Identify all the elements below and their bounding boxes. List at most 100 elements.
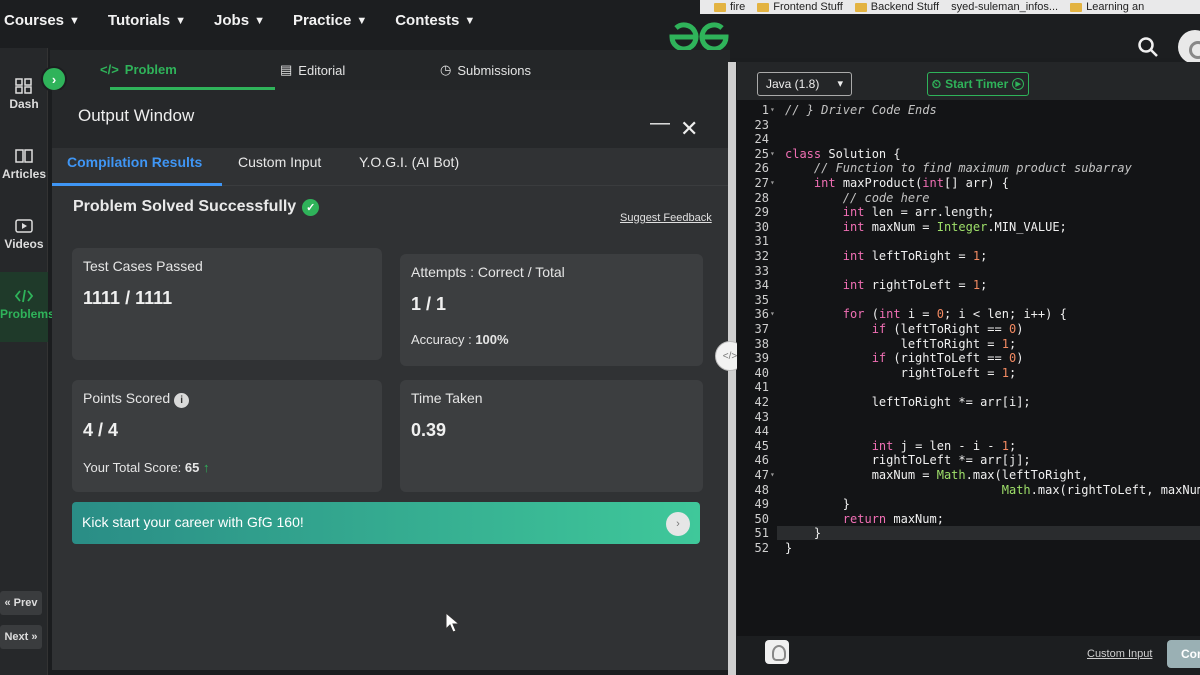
book-icon bbox=[15, 149, 33, 163]
line-number: 35 bbox=[754, 292, 769, 307]
tab-editorial[interactable]: ▤ Editorial bbox=[280, 62, 345, 78]
bookmarks-bar: fire Frontend Stuff Backend Stuff syed-s… bbox=[700, 0, 1200, 14]
arrow-up-icon: ↑ bbox=[203, 460, 210, 475]
play-icon: ▶ bbox=[1012, 78, 1025, 90]
gfg160-banner[interactable]: Kick start your career with GfG 160! › bbox=[72, 502, 700, 544]
line-number: 25 bbox=[754, 146, 769, 161]
nav-practice[interactable]: Practice ▼ bbox=[293, 12, 367, 29]
close-icon[interactable]: ✕ bbox=[680, 116, 698, 142]
next-button[interactable]: Next » bbox=[0, 625, 42, 649]
code-line: int len = arr.length; bbox=[842, 205, 995, 220]
compile-button[interactable]: Com bbox=[1167, 640, 1200, 668]
collapse-panel-button[interactable]: › bbox=[41, 66, 67, 92]
dashboard-icon bbox=[15, 78, 32, 94]
bookmark-fire[interactable]: fire bbox=[714, 1, 745, 13]
fold-icon[interactable]: ▾ bbox=[770, 470, 775, 479]
suggest-feedback-link[interactable]: Suggest Feedback bbox=[620, 212, 712, 224]
code-line: int maxNum = Integer.MIN_VALUE; bbox=[842, 219, 1067, 234]
line-number: 29 bbox=[754, 205, 769, 220]
line-number: 47 bbox=[754, 468, 769, 482]
language-select[interactable]: Java (1.8) bbox=[757, 72, 852, 96]
nav-contests[interactable]: Contests ▼ bbox=[395, 12, 475, 29]
nav-courses[interactable]: Courses ▼ bbox=[4, 12, 80, 29]
active-tab-indicator bbox=[52, 183, 222, 186]
fold-icon[interactable]: ▾ bbox=[770, 309, 775, 318]
line-number: 40 bbox=[754, 365, 769, 380]
line-number: 27 bbox=[754, 176, 769, 190]
code-line: rightToLeft = 1; bbox=[785, 365, 1017, 380]
code-line: for (int i = 0; i < len; i++) { bbox=[842, 307, 1067, 322]
video-icon bbox=[15, 219, 33, 233]
tab-problem[interactable]: </> Problem bbox=[100, 62, 177, 77]
nav-jobs[interactable]: Jobs ▼ bbox=[214, 12, 265, 29]
code-line: } bbox=[785, 497, 851, 512]
output-window-title: Output Window bbox=[78, 106, 195, 125]
attempts-value: 1 / 1 bbox=[411, 294, 447, 314]
bookmark-backend[interactable]: Backend Stuff bbox=[854, 1, 939, 13]
line-number: 44 bbox=[754, 424, 769, 439]
chevron-right-icon: › bbox=[51, 71, 57, 87]
fold-icon[interactable]: ▾ bbox=[770, 149, 775, 158]
fold-icon[interactable]: ▾ bbox=[770, 178, 775, 187]
points-value: 4 / 4 bbox=[83, 420, 119, 440]
document-icon: ▤ bbox=[280, 62, 293, 77]
chevron-down-icon: ▼ bbox=[464, 14, 476, 27]
code-line: // } Driver Code Ends bbox=[785, 103, 937, 117]
start-timer-button[interactable]: ⏲ Start Timer ▶ bbox=[927, 72, 1029, 96]
line-number: 34 bbox=[754, 278, 769, 293]
info-icon[interactable]: i bbox=[174, 393, 190, 408]
gfg-logo[interactable] bbox=[668, 20, 730, 54]
line-number: 36 bbox=[754, 307, 769, 322]
tab-custom-input[interactable]: Custom Input bbox=[238, 154, 321, 170]
search-icon[interactable] bbox=[1137, 36, 1159, 58]
bookmark-github[interactable]: syed-suleman_infos... bbox=[951, 1, 1058, 13]
rail-item-videos[interactable]: Videos bbox=[0, 218, 48, 251]
line-number: 52 bbox=[754, 541, 769, 555]
code-line: } bbox=[785, 526, 822, 541]
code-line: int j = len - i - 1; bbox=[871, 438, 1017, 453]
theme-toggle-button[interactable] bbox=[1178, 30, 1200, 64]
line-number: 39 bbox=[754, 351, 769, 366]
timer-icon: ⏲ bbox=[931, 76, 942, 91]
editor-toolbar: Java (1.8) ⏲ Start Timer ▶ bbox=[737, 62, 1200, 100]
custom-input-link[interactable]: Custom Input bbox=[1087, 648, 1152, 660]
test-cases-card: Test Cases Passed 1111 / 1111 bbox=[72, 248, 382, 360]
arrow-right-icon[interactable]: › bbox=[666, 512, 690, 536]
fold-icon[interactable]: ▾ bbox=[770, 105, 775, 114]
code-line: int leftToRight = 1; bbox=[842, 249, 988, 263]
line-number: 45 bbox=[754, 438, 769, 453]
code-line: if (rightToLeft == 0) bbox=[871, 351, 1024, 366]
code-line: int rightToLeft = 1; bbox=[842, 278, 988, 293]
prev-button[interactable]: « Prev bbox=[0, 591, 42, 615]
rail-item-problems[interactable]: Problems bbox=[0, 272, 55, 342]
code-editor[interactable]: 1 ▾ 23 24 25 ▾ 26 27 ▾ 28 29 30 31 32 33 34 35 36 ▾ 37 38 39 4… bbox=[737, 100, 1200, 636]
code-line: // Function to find maximum product suba… bbox=[813, 161, 1132, 176]
current-line-highlight bbox=[777, 526, 1200, 541]
code-line: return maxNum; bbox=[842, 511, 944, 526]
code-line: if (leftToRight == 0) bbox=[871, 322, 1024, 336]
tab-compilation-results[interactable]: Compilation Results bbox=[67, 154, 202, 170]
lightbulb-icon[interactable] bbox=[765, 640, 789, 664]
tab-submissions[interactable]: ◷ Submissions bbox=[440, 62, 531, 78]
line-number: 51 bbox=[754, 526, 769, 541]
code-icon: </> bbox=[100, 62, 119, 77]
line-number: 41 bbox=[754, 380, 769, 395]
minimize-icon[interactable]: — bbox=[650, 112, 670, 135]
line-number: 23 bbox=[754, 117, 769, 132]
editor-footer: Custom Input Com bbox=[737, 636, 1200, 675]
test-cases-label: Test Cases Passed bbox=[83, 258, 203, 274]
line-number-gutter: 1 ▾ 23 24 25 ▾ 26 27 ▾ 28 29 30 31 32 33 34 35 36 ▾ 37 38 39 4… bbox=[737, 100, 777, 636]
tab-yogi-ai-bot[interactable]: Y.O.G.I. (AI Bot) bbox=[359, 154, 459, 170]
line-number: 26 bbox=[754, 161, 769, 176]
code-line: rightToLeft *= arr[j]; bbox=[785, 453, 1031, 468]
time-taken-value: 0.39 bbox=[411, 420, 447, 440]
rail-item-articles[interactable]: Articles bbox=[0, 148, 48, 181]
nav-tutorials[interactable]: Tutorials ▼ bbox=[108, 12, 186, 29]
chevron-down-icon: ▼ bbox=[254, 14, 265, 27]
accuracy-line: Accuracy : 100% bbox=[411, 332, 509, 347]
bookmark-learning[interactable]: Learning an bbox=[1070, 1, 1144, 13]
time-taken-card: Time Taken 0.39 bbox=[400, 380, 703, 492]
bookmark-frontend[interactable]: Frontend Stuff bbox=[757, 1, 843, 13]
line-number: 30 bbox=[754, 219, 769, 234]
line-number: 28 bbox=[754, 190, 769, 205]
